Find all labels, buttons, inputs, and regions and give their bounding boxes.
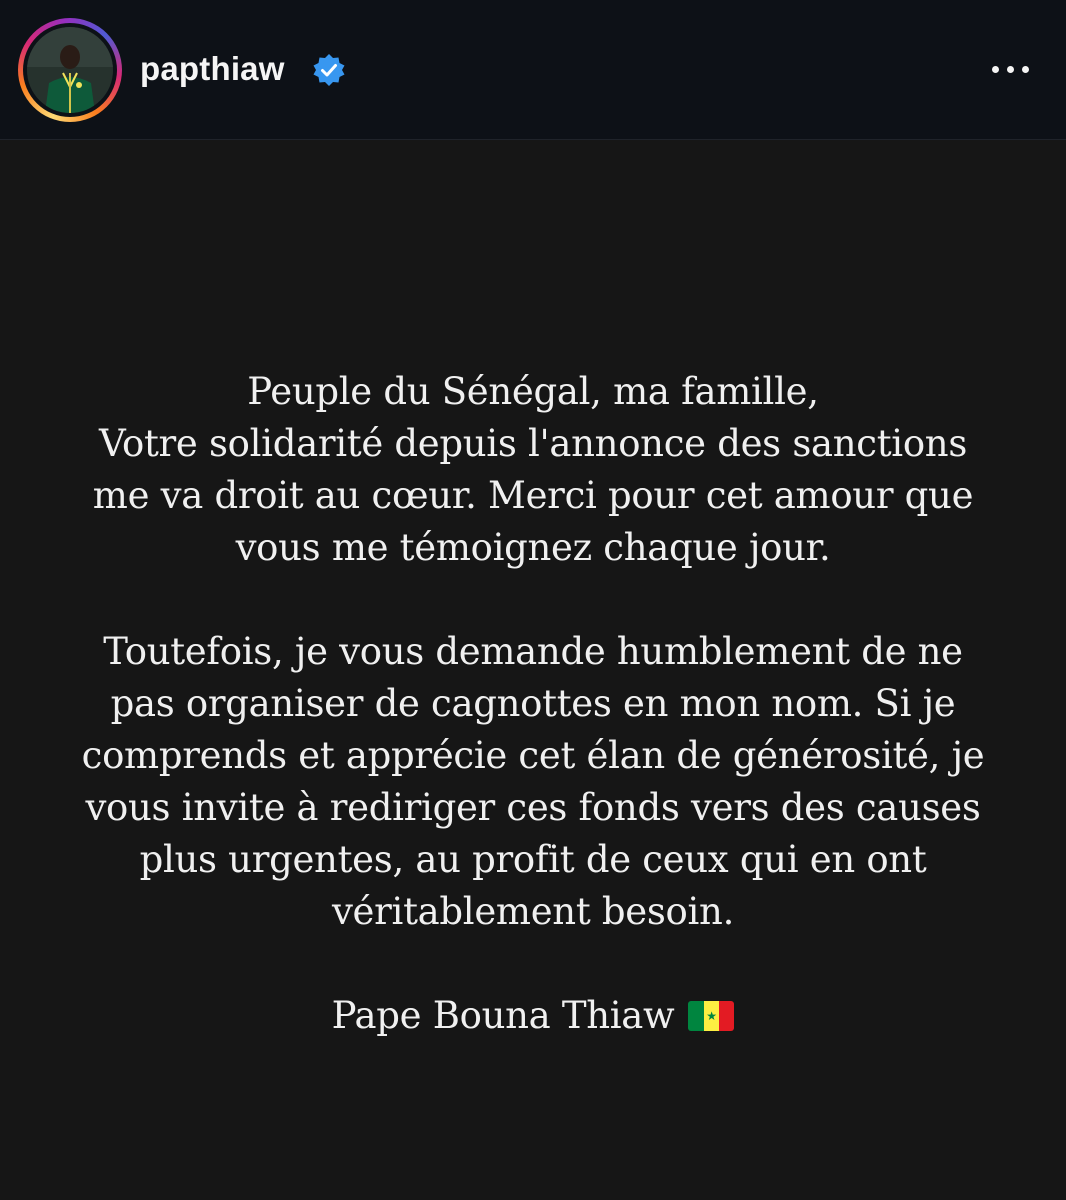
verified-badge-icon xyxy=(313,54,345,86)
message-line: Toutefois, je vous demande humblement de… xyxy=(103,630,963,673)
post-message: Peuple du Sénégal, ma famille, Votre sol… xyxy=(0,366,1066,1042)
story-ring[interactable] xyxy=(18,18,122,122)
message-line: vous me témoignez chaque jour. xyxy=(235,526,831,569)
signature: Pape Bouna Thiaw xyxy=(331,994,675,1037)
senegal-flag-icon: ★ xyxy=(688,1001,735,1031)
more-options-icon[interactable] xyxy=(986,54,1036,84)
message-line: Votre solidarité depuis l'annonce des sa… xyxy=(98,422,968,465)
message-paragraph-2: Toutefois, je vous demande humblement de… xyxy=(0,626,1066,938)
signature-line: Pape Bouna Thiaw ★ xyxy=(332,990,735,1042)
post-header: papthiaw xyxy=(0,0,1066,140)
message-line: plus urgentes, au profit de ceux qui en … xyxy=(139,838,927,881)
avatar[interactable] xyxy=(27,27,113,113)
message-line: comprends et apprécie cet élan de généro… xyxy=(81,734,985,777)
message-line: véritablement besoin. xyxy=(331,890,735,933)
post-frame: papthiaw Peuple du Sénégal, ma famille, … xyxy=(0,0,1066,1200)
message-line: Peuple du Sénégal, ma famille, xyxy=(247,370,819,413)
message-line: pas organiser de cagnottes en mon nom. S… xyxy=(110,682,956,725)
username[interactable]: papthiaw xyxy=(140,48,285,90)
message-line: me va droit au cœur. Merci pour cet amou… xyxy=(92,474,974,517)
profile-photo xyxy=(27,27,113,113)
message-paragraph-1: Peuple du Sénégal, ma famille, Votre sol… xyxy=(0,366,1066,574)
message-line: vous invite à rediriger ces fonds vers d… xyxy=(85,786,981,829)
message-signature-paragraph: Pape Bouna Thiaw ★ xyxy=(0,990,1066,1042)
